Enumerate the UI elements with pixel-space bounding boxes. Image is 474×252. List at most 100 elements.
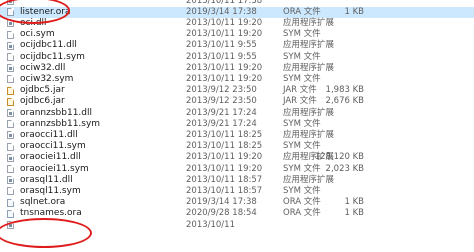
file-type: SYM 文件: [283, 185, 321, 196]
ora-file-icon: [7, 209, 14, 218]
file-type: SYM 文件: [283, 118, 321, 129]
file-type: SYM 文件: [283, 73, 321, 84]
file-name: ociw32.dll: [20, 62, 66, 73]
sym-file-icon: [7, 53, 14, 61]
file-size: 1 KB: [344, 197, 364, 208]
file-date-modified: 2013/10/11 18:25: [186, 141, 263, 152]
file-row[interactable]: ociw32.sym 2013/10/11 19:20 SYM 文件: [0, 74, 474, 85]
file-name: oci.sym: [20, 29, 55, 40]
file-name: listener.ora: [20, 6, 71, 17]
file-date-modified: 2013/10/11 19:20: [186, 62, 263, 73]
sym-file-icon: [7, 187, 14, 196]
file-type: SYM 文件: [283, 141, 321, 152]
file-row[interactable]: ojdbc5.jar 2013/9/12 23:50 JAR 文件 1,983 KB: [0, 85, 474, 96]
file-row[interactable]: oraociei11.sym 2013/10/11 19:20 SYM 文件 2,02…: [0, 164, 474, 175]
file-name: orannzsbb11.dll: [20, 107, 92, 118]
file-row[interactable]: sqlnet.ora 2019/3/14 17:38 ORA 文件 1 KB: [0, 197, 474, 208]
file-name: ocijdbc11.dll: [20, 40, 77, 51]
sym-file-icon: [7, 120, 14, 129]
file-row[interactable]: orannzsbb11.sym 2013/9/21 17:24 SYM 文件: [0, 119, 474, 130]
sym-file-icon: [7, 75, 14, 84]
file-row[interactable]: oraociei11.dll 2013/10/11 19:20 应用程序扩展 128,…: [0, 152, 474, 163]
file-type: SYM 文件: [283, 163, 321, 174]
file-type: SYM 文件: [283, 51, 321, 62]
file-type: 应用程序扩展: [283, 62, 335, 73]
sym-file-icon: [7, 165, 14, 173]
file-row[interactable]: ociw32.dll 2013/10/11 19:20 应用程序扩展: [0, 63, 474, 74]
file-name: oraociei11.dll: [20, 152, 81, 163]
file-name: oci.dll: [20, 17, 47, 28]
file-type: JAR 文件: [283, 96, 317, 107]
file-row[interactable]: oraocci11.sym 2013/10/11 18:25 SYM 文件: [0, 141, 474, 152]
file-type: 应用程序扩展: [283, 174, 335, 185]
file-name: oraocci11.dll: [20, 129, 78, 140]
dll-file-icon: [7, 153, 14, 162]
file-row[interactable]: tnsnames.ora 2020/9/28 18:54 ORA 文件 1 KB: [0, 208, 474, 219]
ora-file-icon: [7, 8, 14, 17]
file-row[interactable]: orannzsbb11.dll 2013/9/21 17:24 应用程序扩展: [0, 108, 474, 119]
ora-file-icon: [7, 198, 14, 207]
file-date-modified: 2019/3/14 17:38: [186, 197, 257, 208]
sym-file-icon: [7, 30, 14, 39]
file-name: ojdbc5.jar: [20, 85, 65, 96]
file-date-modified: 2013/10/11 18:25: [186, 129, 263, 140]
file-name: orannzsbb11.sym: [20, 118, 101, 129]
file-size: 1 KB: [344, 208, 364, 219]
file-row[interactable]: oci.sym 2013/10/11 19:20 SYM 文件: [0, 29, 474, 40]
dll-file-icon: [7, 19, 14, 28]
file-date-modified: 2013/10/11 9:55: [186, 51, 257, 62]
file-date-modified: 2013/10/11 19:20: [186, 29, 263, 40]
file-name: tnsnames.ora: [20, 208, 82, 219]
dll-file-icon: [7, 131, 14, 140]
exe-icon: [7, 221, 14, 229]
file-date-modified: 2013/10/11 19:20: [186, 17, 263, 28]
file-type: 应用程序扩展: [283, 40, 335, 51]
sym-file-icon: [7, 142, 14, 151]
file-date-modified: 2013/10/11 9:55: [186, 40, 257, 51]
file-type: ORA 文件: [283, 208, 321, 219]
file-type: ORA 文件: [283, 197, 321, 208]
file-type: 应用程序扩展: [283, 17, 335, 28]
file-name: sqlnet.ora: [20, 197, 66, 208]
file-name: oraociei11.sym: [20, 163, 89, 174]
file-type: 应用程序扩展: [283, 129, 335, 140]
file-row[interactable]: 2013/10/11: [0, 220, 474, 231]
file-name: orasql11.sym: [20, 185, 81, 196]
file-type: JAR 文件: [283, 85, 317, 96]
file-type: ORA 文件: [283, 6, 321, 17]
file-date-modified: 2013/10/11 18:57: [186, 185, 263, 196]
file-size: 1 KB: [344, 6, 364, 17]
file-row[interactable]: orasql11.dll 2013/10/11 18:57 应用程序扩展: [0, 175, 474, 186]
file-name: ociw32.sym: [20, 73, 74, 84]
file-type: SYM 文件: [283, 29, 321, 40]
file-list: 2013/10/11 17:38 listener.ora 2019/3/14 17…: [0, 0, 474, 252]
dll-file-icon: [7, 41, 14, 50]
file-date-modified: 2013/9/12 23:50: [186, 85, 257, 96]
file-row[interactable]: listener.ora 2019/3/14 17:38 ORA 文件 1 KB: [0, 6, 474, 18]
file-row[interactable]: ocijdbc11.dll 2013/10/11 9:55 应用程序扩展: [0, 40, 474, 51]
file-date-modified: 2013/10/11 18:57: [186, 174, 263, 185]
exe-icon: [7, 0, 14, 5]
file-date-modified: 2013/9/21 17:24: [186, 118, 257, 129]
file-date-modified: 2013/10/11: [186, 219, 235, 230]
file-name: ocijdbc11.sym: [20, 51, 85, 62]
file-size: 1,983 KB: [325, 85, 364, 96]
file-date-modified: 2013/10/11 17:38: [186, 0, 263, 6]
file-row[interactable]: oraocci11.dll 2013/10/11 18:25 应用程序扩展: [0, 130, 474, 141]
file-size: 128,120 KB: [314, 152, 364, 163]
file-row[interactable]: oci.dll 2013/10/11 19:20 应用程序扩展: [0, 18, 474, 29]
file-row[interactable]: orasql11.sym 2013/10/11 18:57 SYM 文件: [0, 186, 474, 197]
file-date-modified: 2013/9/21 17:24: [186, 107, 257, 118]
file-date-modified: 2019/3/14 17:38: [186, 6, 257, 17]
file-name: orasql11.dll: [20, 174, 73, 185]
dll-file-icon: [7, 176, 14, 185]
file-date-modified: 2013/9/12 23:50: [186, 96, 257, 107]
file-name: oraocci11.sym: [20, 141, 86, 152]
file-row[interactable]: 2013/10/11 17:38: [0, 0, 474, 7]
file-date-modified: 2013/10/11 19:20: [186, 163, 263, 174]
file-row[interactable]: ojdbc6.jar 2013/9/12 23:50 JAR 文件 2,676 KB: [0, 96, 474, 107]
jar-file-icon: [7, 86, 14, 95]
file-size: 2,023 KB: [325, 163, 364, 174]
file-row[interactable]: ocijdbc11.sym 2013/10/11 9:55 SYM 文件: [0, 52, 474, 63]
dll-file-icon: [7, 64, 14, 73]
